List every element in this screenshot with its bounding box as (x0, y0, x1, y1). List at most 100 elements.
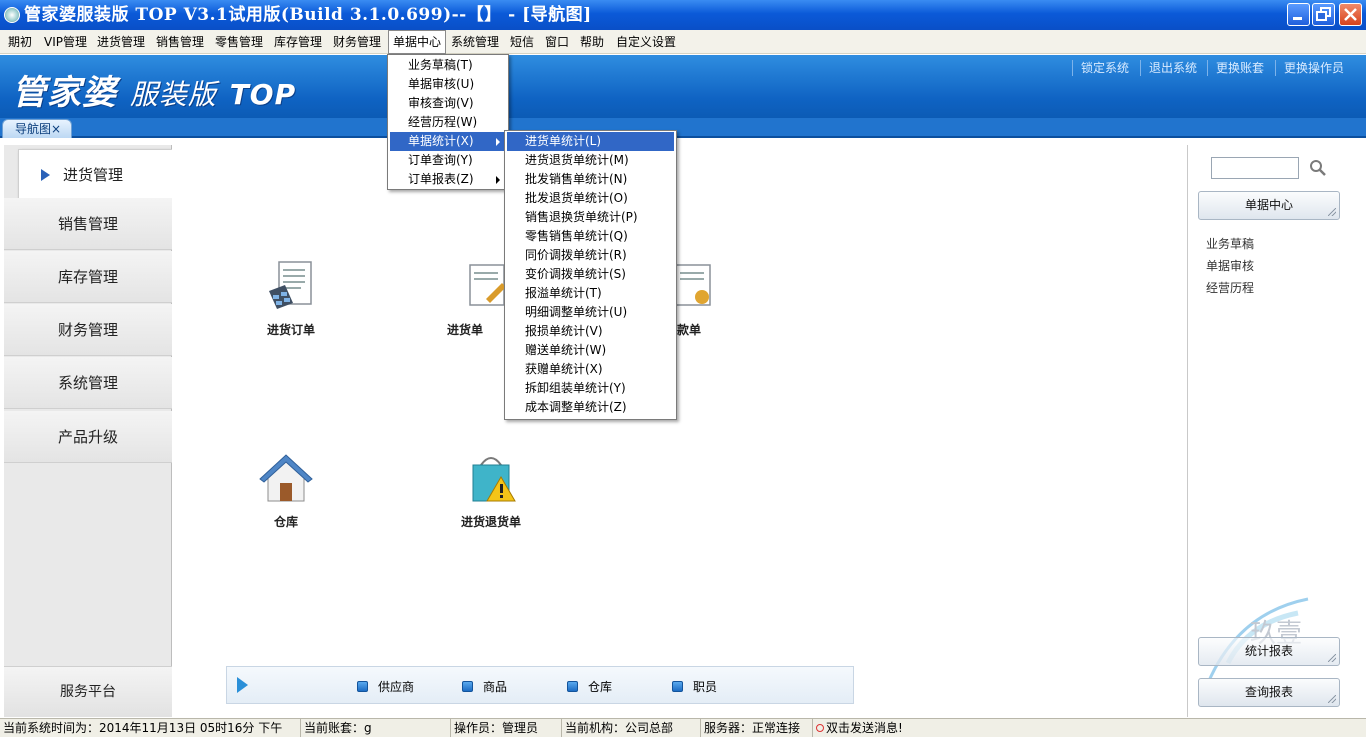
menu-sms[interactable]: 短信 (506, 30, 538, 54)
maximize-button[interactable] (1312, 3, 1335, 26)
close-button[interactable] (1339, 3, 1362, 26)
submenu-item-received-gift-stats[interactable]: 获赠单统计(X) (507, 360, 674, 379)
tab-close-icon[interactable]: × (51, 122, 61, 136)
service-platform-button[interactable]: 服务平台 (4, 666, 172, 717)
link-business-draft[interactable]: 业务草稿 (1206, 235, 1254, 252)
exit-system-link[interactable]: 退出系统 (1140, 60, 1197, 76)
query-report-button[interactable]: 查询报表 (1198, 678, 1340, 707)
menu-retail[interactable]: 零售管理 (211, 30, 267, 54)
menu-custom-settings[interactable]: 自定义设置 (612, 30, 680, 54)
search-icon[interactable] (1309, 159, 1327, 177)
nav-item-sales[interactable]: 销售管理 (4, 198, 172, 250)
lock-system-link[interactable]: 锁定系统 (1072, 60, 1129, 76)
button-label: 统计报表 (1244, 644, 1293, 658)
menu-item-label: 订单查询(Y) (408, 153, 473, 167)
menu-item-label: 明细调整单统计(U) (525, 305, 628, 319)
submenu-item-cost-adjust-stats[interactable]: 成本调整单统计(Z) (507, 398, 674, 417)
submenu-item-sales-exchange-stats[interactable]: 销售退换货单统计(P) (507, 208, 674, 227)
menu-item-label: 报溢单统计(T) (525, 286, 602, 300)
tile-purchase-return[interactable]: 进货退货单 (436, 451, 546, 530)
quick-link-label: 仓库 (588, 680, 613, 694)
left-navigation: 进货管理 销售管理 库存管理 财务管理 系统管理 产品升级 (4, 145, 172, 717)
brand-logo: 管家婆 服装版 TOP (12, 65, 296, 114)
quick-link-staff[interactable]: 职员 (672, 678, 717, 695)
tile-label: 进货退货单 (460, 515, 521, 529)
nav-item-label: 销售管理 (57, 215, 118, 233)
menu-item-review-query[interactable]: 审核查询(V) (390, 94, 506, 113)
submenu-item-detail-adjust-stats[interactable]: 明细调整单统计(U) (507, 303, 674, 322)
menu-item-business-draft[interactable]: 业务草稿(T) (390, 56, 506, 75)
submenu-item-disassembly-stats[interactable]: 拆卸组装单统计(Y) (507, 379, 674, 398)
menu-item-label: 进货单统计(L) (525, 134, 602, 148)
status-message-label: 双击发送消息! (826, 721, 903, 735)
nav-item-purchase[interactable]: 进货管理 (18, 149, 172, 201)
submenu-item-gift-stats[interactable]: 赠送单统计(W) (507, 341, 674, 360)
nav-item-inventory[interactable]: 库存管理 (4, 251, 172, 303)
tab-navigation[interactable]: 导航图× (2, 119, 72, 138)
nav-item-upgrade[interactable]: 产品升级 (4, 411, 172, 463)
menu-item-label: 赠送单统计(W) (525, 343, 607, 357)
menu-item-document-review[interactable]: 单据审核(U) (390, 75, 506, 94)
submenu-item-retail-sales-stats[interactable]: 零售销售单统计(Q) (507, 227, 674, 246)
menu-system[interactable]: 系统管理 (447, 30, 503, 54)
menu-purchase[interactable]: 进货管理 (93, 30, 149, 54)
submenu-item-wholesale-return-stats[interactable]: 批发退货单统计(O) (507, 189, 674, 208)
change-operator-link[interactable]: 更换操作员 (1275, 60, 1344, 76)
menu-item-label: 报损单统计(V) (525, 324, 603, 338)
close-icon (1344, 8, 1357, 21)
tile-warehouse[interactable]: 仓库 (231, 451, 341, 530)
submenu-item-wholesale-sales-stats[interactable]: 批发销售单统计(N) (507, 170, 674, 189)
submenu-item-purchase-return-stats[interactable]: 进货退货单统计(M) (507, 151, 674, 170)
nav-item-label: 财务管理 (57, 321, 118, 339)
menu-finance[interactable]: 财务管理 (329, 30, 385, 54)
quick-link-product[interactable]: 商品 (462, 678, 507, 695)
menu-inventory[interactable]: 库存管理 (270, 30, 326, 54)
quick-link-supplier[interactable]: 供应商 (357, 678, 414, 695)
menu-item-label: 拆卸组装单统计(Y) (525, 381, 626, 395)
menu-item-order-query[interactable]: 订单查询(Y) (390, 151, 506, 170)
menu-item-business-history[interactable]: 经营历程(W) (390, 113, 506, 132)
menu-item-label: 进货退货单统计(M) (525, 153, 629, 167)
menu-opening[interactable]: 期初 (4, 30, 36, 54)
status-organization: 当前机构：公司总部 (561, 719, 673, 737)
tab-navigation-label: 导航图 (15, 122, 52, 136)
logo-main: 管家婆 (12, 73, 117, 113)
nav-item-label: 进货管理 (63, 166, 124, 184)
menu-item-label: 批发退货单统计(O) (525, 191, 628, 205)
submenu-item-overflow-stats[interactable]: 报溢单统计(T) (507, 284, 674, 303)
submenu-item-purchase-stats[interactable]: 进货单统计(L) (507, 132, 674, 151)
menu-item-label: 成本调整单统计(Z) (525, 400, 627, 414)
document-center-button[interactable]: 单据中心 (1198, 191, 1340, 220)
menu-help[interactable]: 帮助 (576, 30, 608, 54)
link-document-review[interactable]: 单据审核 (1206, 257, 1254, 274)
square-bullet-icon (357, 681, 368, 692)
change-account-link[interactable]: 更换账套 (1207, 60, 1264, 76)
play-icon[interactable] (237, 677, 248, 693)
quick-link-warehouse[interactable]: 仓库 (567, 678, 612, 695)
submenu-item-same-price-transfer-stats[interactable]: 同价调拨单统计(R) (507, 246, 674, 265)
submenu-item-price-change-transfer-stats[interactable]: 变价调拨单统计(S) (507, 265, 674, 284)
menu-document-center[interactable]: 单据中心 (388, 30, 447, 54)
menu-item-label: 获赠单统计(X) (525, 362, 603, 376)
tile-purchase-order[interactable]: 进货订单 (236, 259, 346, 338)
status-operator: 操作员：管理员 (450, 719, 538, 737)
nav-item-finance[interactable]: 财务管理 (4, 304, 172, 356)
link-business-history[interactable]: 经营历程 (1206, 279, 1254, 296)
menu-vip[interactable]: VIP管理 (40, 30, 91, 54)
status-account: 当前账套：g (300, 719, 372, 737)
nav-item-system[interactable]: 系统管理 (4, 357, 172, 409)
status-time: 当前系统时间为：2014年11月13日 05时16分 下午 (3, 721, 283, 735)
search-input[interactable] (1211, 157, 1299, 179)
status-bar: 当前系统时间为：2014年11月13日 05时16分 下午 当前账套：g 操作员… (0, 718, 1366, 737)
menu-window[interactable]: 窗口 (541, 30, 573, 54)
status-send-message[interactable]: 双击发送消息! (812, 719, 903, 737)
submenu-item-loss-stats[interactable]: 报损单统计(V) (507, 322, 674, 341)
app-icon[interactable] (4, 7, 20, 23)
purchase-order-icon (263, 259, 319, 315)
restore-icon (1316, 7, 1331, 21)
menu-item-document-stats[interactable]: 单据统计(X) (390, 132, 506, 151)
stat-report-button[interactable]: 统计报表 (1198, 637, 1340, 666)
minimize-button[interactable] (1287, 3, 1310, 26)
menu-sales[interactable]: 销售管理 (152, 30, 208, 54)
menu-item-order-report[interactable]: 订单报表(Z) (390, 170, 506, 189)
